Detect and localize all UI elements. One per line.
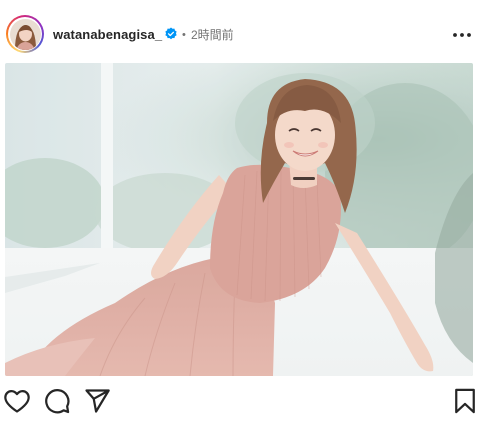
comment-icon[interactable] [43, 387, 71, 415]
post-timestamp[interactable]: 2時間前 [191, 27, 234, 43]
verified-badge-icon [165, 27, 177, 40]
bookmark-icon[interactable] [451, 387, 479, 415]
avatar-frame [8, 17, 42, 51]
heart-icon[interactable] [3, 387, 31, 415]
post-image[interactable] [5, 63, 473, 376]
post-image-photo [5, 63, 473, 376]
more-options-button[interactable] [450, 25, 474, 45]
paper-plane-icon[interactable] [83, 387, 111, 415]
separator-dot: • [182, 29, 186, 41]
avatar-story-ring[interactable] [6, 15, 44, 53]
post-header: watanabenagisa_ • 2時間前 [0, 0, 481, 64]
avatar [9, 18, 41, 50]
username[interactable]: watanabenagisa_ [53, 27, 162, 43]
more-horizontal-icon [453, 33, 471, 37]
post-action-bar [0, 380, 481, 423]
